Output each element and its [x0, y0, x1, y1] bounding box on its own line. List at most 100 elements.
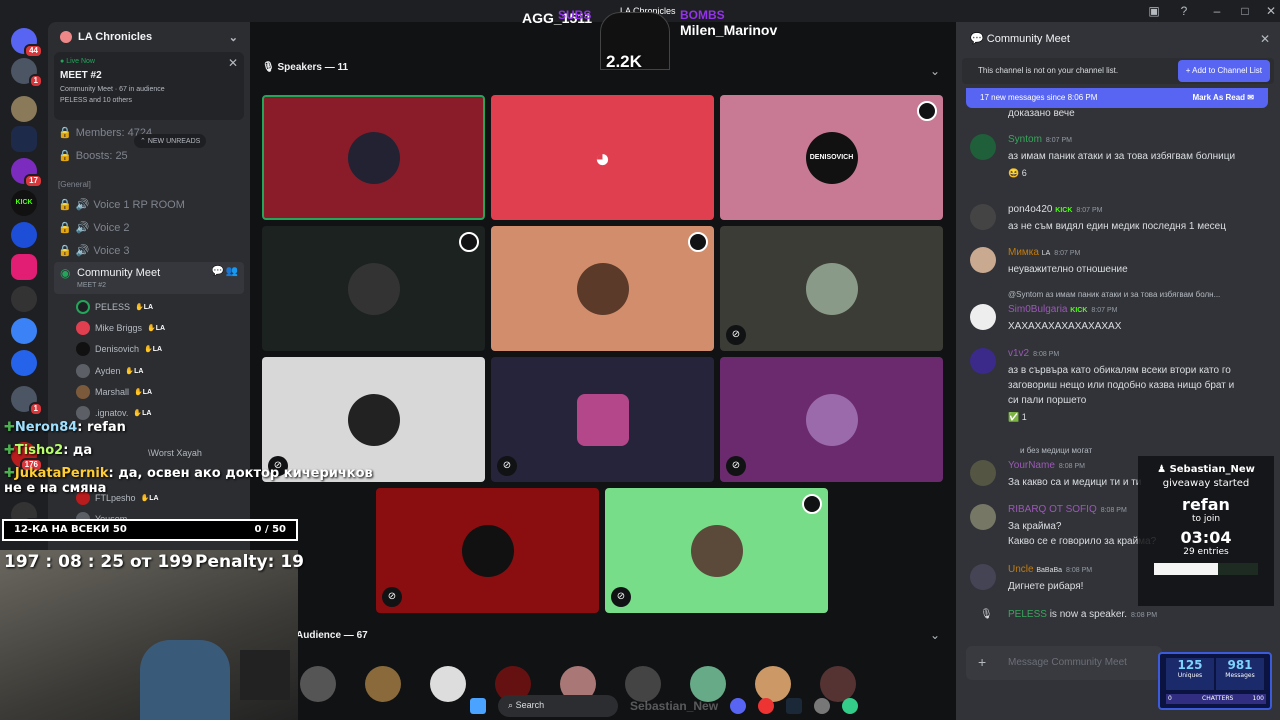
- speaker-tile[interactable]: ◕: [491, 95, 714, 220]
- member-item[interactable]: Denisovich ✋LA: [76, 342, 162, 356]
- monitor-image: [240, 650, 290, 700]
- close-window-icon[interactable]: ✕: [1263, 3, 1279, 19]
- speaker-tile[interactable]: ⊘: [376, 488, 599, 613]
- server-icon[interactable]: 1: [11, 386, 43, 416]
- windows-start-icon[interactable]: [470, 698, 486, 714]
- server-icon[interactable]: 1: [11, 58, 43, 88]
- kick-icon[interactable]: KICK: [11, 190, 37, 216]
- avatar[interactable]: [970, 247, 996, 273]
- speaker-tile[interactable]: [262, 95, 485, 220]
- server-icon[interactable]: [11, 350, 37, 376]
- server-icon[interactable]: [11, 318, 37, 344]
- speaker-tile[interactable]: ⊘: [720, 357, 943, 482]
- chat-message: pon4o420 KICK 8:07 PM аз не съм видял един…: [970, 204, 1270, 234]
- audience-header: Audience — 67: [296, 630, 368, 641]
- member-item[interactable]: PELESS ✋LA: [76, 300, 153, 314]
- close-icon[interactable]: ✕: [228, 56, 238, 70]
- channel-community-meet[interactable]: ◉ Community Meet MEET #2 💬 👥: [54, 262, 244, 294]
- help-icon[interactable]: ?: [1176, 3, 1192, 19]
- chat-bubble-icon[interactable]: 💬: [212, 266, 224, 277]
- avatar[interactable]: [970, 564, 996, 590]
- minimize-icon[interactable]: –: [1209, 3, 1225, 19]
- member-item[interactable]: .ignatov. ✋LA: [76, 406, 151, 420]
- discord-home-icon[interactable]: 44: [11, 28, 43, 58]
- chat-message: Мимка LA 8:07 PM неуважително отношение: [970, 247, 1270, 277]
- new-unreads-pill[interactable]: ⌃ NEW UNREADS: [134, 134, 207, 148]
- avatar[interactable]: [970, 304, 996, 330]
- live-stage-card[interactable]: ● Live Now MEET #2 Community Meet · 67 i…: [54, 52, 244, 120]
- avatar: [576, 262, 629, 315]
- muted-mic-icon: ⊘: [497, 456, 517, 476]
- member-item[interactable]: Marshall ✋LA: [76, 385, 152, 399]
- avatar[interactable]: [970, 134, 996, 160]
- avatar[interactable]: [970, 460, 996, 486]
- reply-preview[interactable]: @Syntom аз имам паник атаки и за това из…: [1008, 290, 1220, 299]
- overlay-chat-line: ✚JukataPernik: да, освен ако доктор киче…: [4, 466, 373, 496]
- inbox-icon[interactable]: ▣: [1146, 3, 1162, 19]
- avatar[interactable]: [365, 666, 401, 702]
- discord-app-icon[interactable]: [730, 698, 747, 714]
- new-messages-bar[interactable]: 17 new messages since 8:06 PM Mark As Re…: [966, 88, 1268, 108]
- chat-header: 💬 Community Meet: [970, 33, 1070, 45]
- chevron-down-icon[interactable]: ⌄: [930, 64, 940, 78]
- server-header[interactable]: LA Chronicles ⌄: [48, 22, 250, 52]
- speaker-tile[interactable]: [491, 226, 714, 351]
- emoji-icon: 😆: [1008, 168, 1020, 178]
- add-attachment-icon[interactable]: +: [978, 654, 986, 670]
- member-item[interactable]: Ayden ✋LA: [76, 364, 143, 378]
- avatar[interactable]: [300, 666, 336, 702]
- lock-icon: 🔒: [58, 127, 72, 139]
- avatar: [76, 321, 90, 335]
- avatar[interactable]: [430, 666, 466, 702]
- server-icon[interactable]: [11, 96, 37, 122]
- server-icon[interactable]: [11, 286, 37, 312]
- channel-voice-3[interactable]: 🔒 🔊 Voice 3: [58, 244, 130, 258]
- message-input[interactable]: + Message Community Meet: [966, 646, 1162, 680]
- mark-as-read-button[interactable]: Mark As Read ✉: [1192, 93, 1254, 102]
- speaker-tile[interactable]: [262, 226, 485, 351]
- taskbar-search[interactable]: ⌕ Search: [498, 695, 618, 717]
- reply-preview[interactable]: и без медици могат: [1020, 446, 1092, 455]
- channel-voice-2[interactable]: 🔒 🔊 Voice 2: [58, 221, 130, 235]
- moderator-badge-icon: [802, 494, 822, 514]
- muted-mic-icon: ⊘: [611, 587, 631, 607]
- speaker-tile[interactable]: DENISOVICH: [720, 95, 943, 220]
- discord-logo-icon: ◕: [594, 142, 611, 173]
- avatar: [76, 342, 90, 356]
- add-to-channel-list-button[interactable]: + Add to Channel List: [1177, 60, 1270, 82]
- avatar: [576, 393, 629, 446]
- system-message: 🎙 PELESS is now a speaker. 8:08 PM: [980, 609, 1158, 620]
- steam-icon[interactable]: [786, 698, 803, 714]
- check-icon: ✅: [1008, 412, 1020, 422]
- chevron-down-icon[interactable]: ⌄: [930, 628, 940, 642]
- server-icon[interactable]: [11, 254, 37, 280]
- channel-voice-1[interactable]: 🔒 🔊 Voice 1 RP ROOM: [58, 198, 185, 212]
- add-member-icon[interactable]: 👥: [226, 266, 238, 277]
- reaction[interactable]: ✅ 1: [1008, 412, 1244, 423]
- avatar[interactable]: [970, 348, 996, 374]
- avatar[interactable]: [970, 204, 996, 230]
- avatar: [76, 300, 90, 314]
- category-general[interactable]: [General]: [58, 180, 91, 189]
- server-la-chronicles-icon[interactable]: [11, 126, 37, 152]
- avatar[interactable]: [970, 504, 996, 530]
- moderator-badge-icon: [459, 232, 479, 252]
- browser-icon[interactable]: [842, 698, 859, 714]
- close-icon[interactable]: ✕: [1260, 32, 1270, 46]
- maximize-icon[interactable]: □: [1237, 3, 1253, 19]
- muted-mic-icon: ⊘: [726, 325, 746, 345]
- chevron-down-icon[interactable]: ⌄: [229, 31, 238, 44]
- banner-count: 2.2K: [606, 52, 642, 71]
- chat-bubble-icon: 💬: [970, 33, 984, 45]
- plus-icon: ✚: [4, 443, 15, 458]
- speaker-tile[interactable]: ⊘: [491, 357, 714, 482]
- speaker-tile[interactable]: ⊘: [605, 488, 828, 613]
- server-icon[interactable]: 17: [11, 158, 43, 188]
- speakers-header: 🎙 Speakers — 11: [262, 62, 349, 73]
- member-item[interactable]: Mike Briggs ✋LA: [76, 321, 165, 335]
- chrome-icon[interactable]: [758, 698, 775, 714]
- app-icon[interactable]: [814, 698, 831, 714]
- server-icon[interactable]: [11, 222, 37, 248]
- speaker-tile[interactable]: ⊘: [720, 226, 943, 351]
- reaction[interactable]: 😆 6: [1008, 168, 1270, 179]
